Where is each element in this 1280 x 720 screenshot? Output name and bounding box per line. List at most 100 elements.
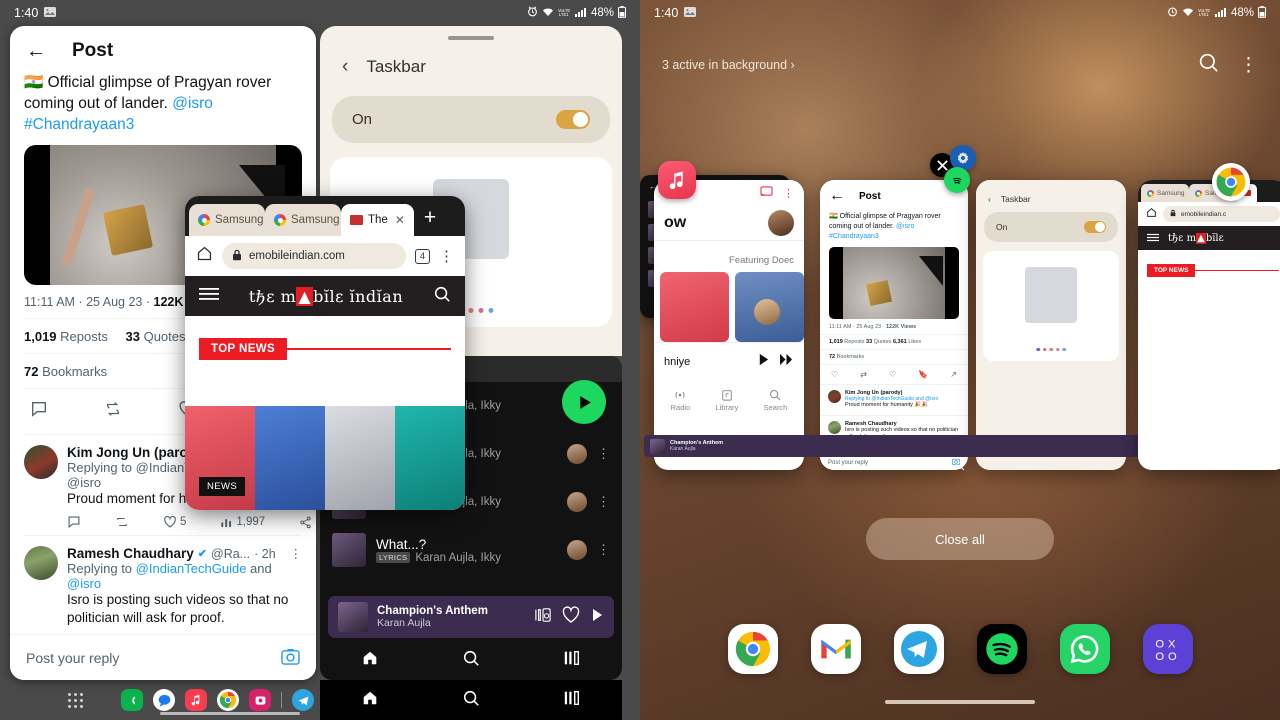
url-bar[interactable]: emobileindian.c <box>1163 206 1280 222</box>
url-bar[interactable]: emobileindian.com <box>222 243 406 269</box>
search-icon[interactable] <box>433 285 451 308</box>
tab-count-badge[interactable]: 4 <box>415 248 430 264</box>
post-hashtag[interactable]: #Chandrayaan3 <box>829 233 879 240</box>
taskbar-toggle-row[interactable]: On <box>332 96 610 143</box>
taskbar-toggle-switch[interactable] <box>1084 221 1106 233</box>
views-icon[interactable]: 1,997 <box>220 516 265 529</box>
comment-icon[interactable]: ♡ <box>831 370 838 379</box>
replying-to-handle-b[interactable]: @isro <box>67 576 101 591</box>
like-icon[interactable]: ♡ <box>889 370 896 379</box>
telegram-icon[interactable] <box>893 624 944 674</box>
plus-icon[interactable]: + <box>424 206 436 230</box>
browser-tab[interactable]: Samsung <box>1141 184 1189 202</box>
bookmarks-label[interactable]: Bookmarks <box>837 354 865 360</box>
active-background-link[interactable]: 3 active in background › <box>662 58 795 72</box>
menu-icon[interactable] <box>1147 229 1159 247</box>
gesture-home-bar[interactable] <box>885 700 1035 704</box>
chevron-left-icon[interactable]: ‹ <box>342 56 348 78</box>
reply-composer[interactable]: Post your reply <box>10 634 316 680</box>
more-vertical-icon[interactable]: ⋮ <box>597 446 610 462</box>
nav-library[interactable]: Library <box>715 389 738 412</box>
quotes-label[interactable]: Quotes <box>874 339 892 345</box>
chevron-left-icon[interactable]: ‹ <box>988 194 991 204</box>
next-icon[interactable] <box>779 353 794 371</box>
recents-icon[interactable] <box>563 690 581 711</box>
repost-icon[interactable] <box>104 400 122 423</box>
news-hero-image[interactable]: NEWS <box>185 406 465 510</box>
apple-music-icon[interactable] <box>185 689 207 711</box>
list-item[interactable]: What...? LYRICS Karan Aujla, Ikky ⋮ <box>320 526 622 574</box>
search-icon[interactable] <box>1198 52 1219 78</box>
whatsapp-icon[interactable] <box>1059 624 1110 674</box>
music-tile-blue[interactable] <box>735 272 804 342</box>
app-grid-icon[interactable] <box>68 692 83 708</box>
more-vertical-icon[interactable]: ⋮ <box>597 542 610 558</box>
browser-tab[interactable]: Samsung <box>189 204 265 236</box>
music-mini-player[interactable]: hniye <box>654 342 804 381</box>
share-icon[interactable] <box>299 516 312 529</box>
now-playing-bar[interactable]: Champion's Anthem Karan Aujla <box>328 596 614 638</box>
cast-icon[interactable] <box>760 186 773 200</box>
chrome-icon[interactable] <box>1212 163 1250 201</box>
reposts-label[interactable]: Reposts <box>60 329 108 344</box>
home-icon[interactable] <box>196 245 213 267</box>
repost-icon[interactable] <box>115 515 129 529</box>
more-vertical-icon[interactable]: ⋮ <box>290 546 303 561</box>
recents-card-chrome[interactable]: Samsung Samsung <box>1138 180 1280 470</box>
home-icon[interactable] <box>361 649 379 672</box>
instagram-icon[interactable] <box>249 689 271 711</box>
share-icon[interactable]: ↗ <box>950 370 957 379</box>
repost-icon[interactable]: ⇄ <box>860 370 867 379</box>
home-icon[interactable] <box>1146 205 1157 223</box>
menu-icon[interactable] <box>199 287 219 306</box>
back-arrow-icon[interactable]: ← <box>829 187 845 205</box>
browser-tab[interactable]: Samsung <box>265 204 341 236</box>
chrome-icon[interactable] <box>727 624 778 674</box>
comment-icon[interactable] <box>30 400 48 423</box>
spotify-icon[interactable] <box>976 624 1027 674</box>
recents-card-apple-music[interactable]: ⋮ ow Featuring Doec hniye Radio Library … <box>654 180 804 470</box>
play-icon[interactable] <box>757 353 770 371</box>
post-media-video[interactable] <box>829 247 959 319</box>
more-vertical-icon[interactable]: ⋮ <box>439 247 454 265</box>
camera-icon[interactable] <box>281 648 300 668</box>
taskbar-toggle-switch[interactable] <box>556 110 590 129</box>
reposts-label[interactable]: Reposts <box>844 339 864 345</box>
recents-icon[interactable] <box>563 650 581 671</box>
taskbar-toggle-row[interactable]: On <box>984 212 1118 242</box>
more-vertical-icon[interactable]: ⋮ <box>1239 54 1258 77</box>
post-hashtag[interactable]: #Chandrayaan3 <box>24 116 134 133</box>
browser-tab-active[interactable]: The ✕ <box>341 204 414 236</box>
connect-device-icon[interactable] <box>534 607 552 628</box>
gmail-icon[interactable] <box>810 624 861 674</box>
comment-icon[interactable] <box>67 515 81 529</box>
bookmark-icon[interactable]: 🔖 <box>918 370 928 379</box>
bookmarks-label[interactable]: Bookmarks <box>42 364 107 379</box>
music-tile-red[interactable] <box>660 272 729 342</box>
more-vertical-icon[interactable]: ⋮ <box>783 187 794 200</box>
post-mention[interactable]: @isro <box>172 95 213 112</box>
reply-item[interactable]: Kim Jong Un (parody) Replying to @Indian… <box>820 385 968 416</box>
post-mention[interactable]: @isro <box>896 223 914 230</box>
quotes-label[interactable]: Quotes <box>144 329 186 344</box>
like-icon[interactable]: 5 <box>163 515 186 529</box>
search-icon[interactable] <box>462 689 480 712</box>
gesture-home-bar[interactable] <box>160 712 300 715</box>
telegram-icon[interactable] <box>292 689 314 711</box>
chrome-icon[interactable] <box>217 689 239 711</box>
likes-label[interactable]: Likes <box>908 339 921 345</box>
spotify-icon[interactable] <box>944 167 970 193</box>
apple-music-icon[interactable] <box>658 161 696 199</box>
recents-card-settings[interactable]: ‹ Taskbar On <box>976 180 1126 470</box>
recents-card-x[interactable]: ← Post 🇮🇳 Official glimpse of Pragyan ro… <box>820 180 968 470</box>
messages-icon[interactable] <box>153 689 175 711</box>
chrome-browser-window[interactable]: Samsung Samsung The ✕ + emobileindian.co… <box>185 196 465 510</box>
home-icon[interactable] <box>361 689 379 712</box>
nav-search[interactable]: Search <box>764 389 787 412</box>
like-icon[interactable] <box>561 605 581 629</box>
back-arrow-icon[interactable]: ← <box>26 41 46 61</box>
replying-to-handle-a[interactable]: @IndianTechGuide <box>136 561 247 576</box>
more-vertical-icon[interactable]: ⋮ <box>597 494 610 510</box>
close-all-button[interactable]: Close all <box>866 518 1054 560</box>
games-icon[interactable]: OXOO <box>1142 624 1193 674</box>
